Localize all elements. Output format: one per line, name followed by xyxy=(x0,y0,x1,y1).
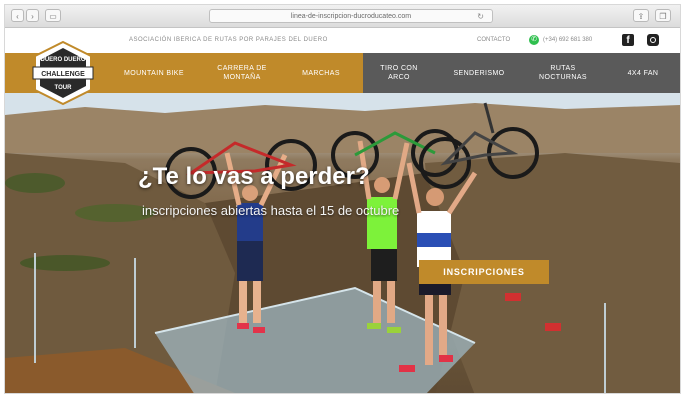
forward-button[interactable]: › xyxy=(26,9,39,22)
whatsapp-icon[interactable]: ✆ xyxy=(529,35,539,45)
hero-subline: inscripciones abiertas hasta el 15 de oc… xyxy=(142,203,400,218)
phone-number[interactable]: (+34) 692 681 380 xyxy=(543,37,592,43)
reload-icon[interactable]: ↻ xyxy=(477,10,484,23)
inscripciones-button[interactable]: INSCRIPCIONES xyxy=(419,260,549,284)
facebook-icon[interactable]: f xyxy=(622,34,634,46)
nav-item-mountain-bike[interactable]: MOUNTAIN BIKE xyxy=(123,53,185,93)
back-button[interactable]: ‹ xyxy=(11,9,24,22)
nav-item-senderismo[interactable]: SENDERISMO xyxy=(443,53,515,93)
logo-top-text: DUERO DUERO xyxy=(40,57,85,63)
site-logo[interactable]: DUERO DUERO CHALLENGE TOUR xyxy=(31,40,95,106)
browser-toolbar: ‹ › ▭ linea-de-inscripcion-ducroducateo.… xyxy=(5,5,680,28)
nav-item-tiro-arco[interactable]: TIRO CON ARCO xyxy=(371,53,427,93)
hero-banner: ¿Te lo vas a perder? inscripciones abier… xyxy=(5,93,680,393)
hero-headline: ¿Te lo vas a perder? xyxy=(138,163,370,190)
logo-main-text: CHALLENGE xyxy=(41,71,85,78)
nav-item-rutas-nocturnas[interactable]: RUTAS NOCTURNAS xyxy=(527,53,599,93)
logo-bottom-text: TOUR xyxy=(55,85,73,91)
sidebar-button[interactable]: ▭ xyxy=(45,9,61,22)
instagram-icon[interactable] xyxy=(647,34,659,46)
tabs-button[interactable]: ❐ xyxy=(655,9,671,22)
address-bar[interactable]: linea-de-inscripcion-ducroducateo.com ↻ xyxy=(209,9,493,23)
top-info-bar: ASOCIACIÓN IBERICA DE RUTAS POR PARAJES … xyxy=(5,28,680,53)
share-button[interactable]: ⇪ xyxy=(633,9,649,22)
contact-link[interactable]: CONTACTO xyxy=(477,37,510,43)
association-name: ASOCIACIÓN IBERICA DE RUTAS POR PARAJES … xyxy=(129,37,328,43)
nav-item-4x4-fan[interactable]: 4X4 FAN xyxy=(613,53,673,93)
browser-window: ‹ › ▭ linea-de-inscripcion-ducroducateo.… xyxy=(4,4,681,394)
nav-item-carrera-montana[interactable]: CARRERA DE MONTAÑA xyxy=(205,53,279,93)
url-text: linea-de-inscripcion-ducroducateo.com xyxy=(290,13,412,20)
hero-photo xyxy=(5,93,680,393)
main-nav: MOUNTAIN BIKE CARRERA DE MONTAÑA MARCHAS… xyxy=(5,53,680,93)
nav-item-marchas[interactable]: MARCHAS xyxy=(287,53,355,93)
